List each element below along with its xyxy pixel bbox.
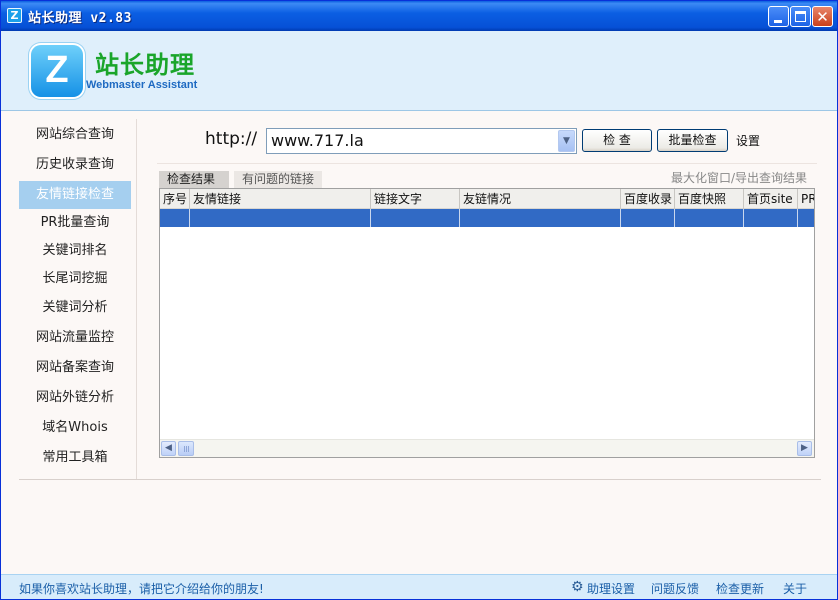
feedback-link[interactable]: 问题反馈 xyxy=(651,580,699,597)
minimize-icon xyxy=(774,20,782,23)
table-header: 序号 友情链接 链接文字 友链情况 百度收录 百度快照 首页site PR xyxy=(160,189,814,209)
arrow-right-icon: ▶ xyxy=(801,443,808,453)
sidebar-item-history-index[interactable]: 历史收录查询 xyxy=(19,151,131,179)
sidebar-item-whois[interactable]: 域名Whois xyxy=(19,414,131,442)
col-header-pr[interactable]: PR xyxy=(798,189,814,209)
app-logo-icon: Z xyxy=(7,8,22,23)
content-divider xyxy=(19,479,821,480)
cell-separator xyxy=(189,209,190,227)
col-header-anchor[interactable]: 链接文字 xyxy=(371,189,460,209)
url-input[interactable]: www.717.la ▼ xyxy=(266,128,577,154)
check-update-link[interactable]: 检查更新 xyxy=(716,580,764,597)
col-header-home-site[interactable]: 首页site xyxy=(744,189,798,209)
cell-separator xyxy=(674,209,675,227)
cell-separator xyxy=(370,209,371,227)
check-button[interactable]: 检 查 xyxy=(582,129,652,152)
col-header-status[interactable]: 友链情况 xyxy=(460,189,621,209)
sidebar-item-keyword-rank[interactable]: 关键词排名 xyxy=(19,237,131,265)
minimize-button[interactable] xyxy=(768,6,789,27)
logo-letter: Z xyxy=(45,49,69,91)
brand-subtitle: Webmaster Assistant xyxy=(86,79,198,91)
sidebar-item-toolbox[interactable]: 常用工具箱 xyxy=(19,444,131,472)
close-icon: ✕ xyxy=(816,8,829,26)
results-table[interactable]: 序号 友情链接 链接文字 友链情况 百度收录 百度快照 首页site PR ◀ … xyxy=(159,188,815,458)
maximize-icon xyxy=(795,11,806,22)
sidebar-nav: 网站综合查询 历史收录查询 友情链接检查 PR批量查询 关键词排名 长尾词挖掘 … xyxy=(19,119,137,479)
cell-separator xyxy=(797,209,798,227)
brand-name: 站长助理 xyxy=(95,51,195,79)
window-title: 站长助理 v2.83 xyxy=(28,11,132,26)
col-header-index[interactable]: 序号 xyxy=(160,189,190,209)
title-bar[interactable]: Z 站长助理 v2.83 ✕ xyxy=(1,1,837,31)
sidebar-item-keyword-analysis[interactable]: 关键词分析 xyxy=(19,294,131,322)
col-header-baidu-index[interactable]: 百度收录 xyxy=(621,189,675,209)
status-bar: 如果你喜欢站长助理，请把它介绍给你的朋友! ⚙ 助理设置 问题反馈 检查更新 关… xyxy=(1,574,837,599)
chevron-down-icon: ▼ xyxy=(563,136,570,146)
scroll-right-button[interactable]: ▶ xyxy=(797,441,812,456)
url-input-value: www.717.la xyxy=(271,131,364,150)
assistant-settings-link[interactable]: 助理设置 xyxy=(587,580,635,597)
sidebar-item-traffic-monitor[interactable]: 网站流量监控 xyxy=(19,324,131,352)
about-link[interactable]: 关于 xyxy=(783,580,807,597)
table-row[interactable] xyxy=(160,209,814,227)
maximize-button[interactable] xyxy=(790,6,811,27)
cell-separator xyxy=(459,209,460,227)
sidebar-item-longtail[interactable]: 长尾词挖掘 xyxy=(19,265,131,293)
brand-logo: Z xyxy=(31,45,83,97)
horizontal-scrollbar[interactable]: ◀ ▶ xyxy=(160,439,814,457)
export-results-link[interactable]: 最大化窗口/导出查询结果 xyxy=(671,169,807,186)
close-button[interactable]: ✕ xyxy=(812,6,833,27)
gear-icon: ⚙ xyxy=(571,579,584,595)
tab-check-results[interactable]: 检查结果 xyxy=(159,171,229,188)
cell-separator xyxy=(743,209,744,227)
tab-problem-links[interactable]: 有问题的链接 xyxy=(234,171,322,188)
sidebar-item-icp-lookup[interactable]: 网站备案查询 xyxy=(19,354,131,382)
app-window: Z 站长助理 v2.83 ✕ Z 站长助理 Webmaster Assistan… xyxy=(0,0,838,600)
url-dropdown-button[interactable]: ▼ xyxy=(558,130,575,152)
divider xyxy=(157,163,817,164)
batch-check-button[interactable]: 批量检查 xyxy=(657,129,728,152)
cell-separator xyxy=(620,209,621,227)
app-header: Z 站长助理 Webmaster Assistant xyxy=(1,31,837,111)
sidebar-item-friend-links[interactable]: 友情链接检查 xyxy=(19,181,131,209)
sidebar-item-pr-batch[interactable]: PR批量查询 xyxy=(19,209,131,237)
col-header-baidu-snapshot[interactable]: 百度快照 xyxy=(675,189,744,209)
url-prefix: http:// xyxy=(205,129,258,149)
share-message: 如果你喜欢站长助理，请把它介绍给你的朋友! xyxy=(19,582,264,596)
arrow-left-icon: ◀ xyxy=(165,443,172,453)
sidebar-item-site-overview[interactable]: 网站综合查询 xyxy=(19,121,131,149)
settings-link[interactable]: 设置 xyxy=(736,132,760,149)
sidebar-item-backlinks[interactable]: 网站外链分析 xyxy=(19,384,131,412)
scroll-left-button[interactable]: ◀ xyxy=(161,441,176,456)
col-header-link[interactable]: 友情链接 xyxy=(190,189,371,209)
scroll-thumb[interactable] xyxy=(178,441,194,456)
